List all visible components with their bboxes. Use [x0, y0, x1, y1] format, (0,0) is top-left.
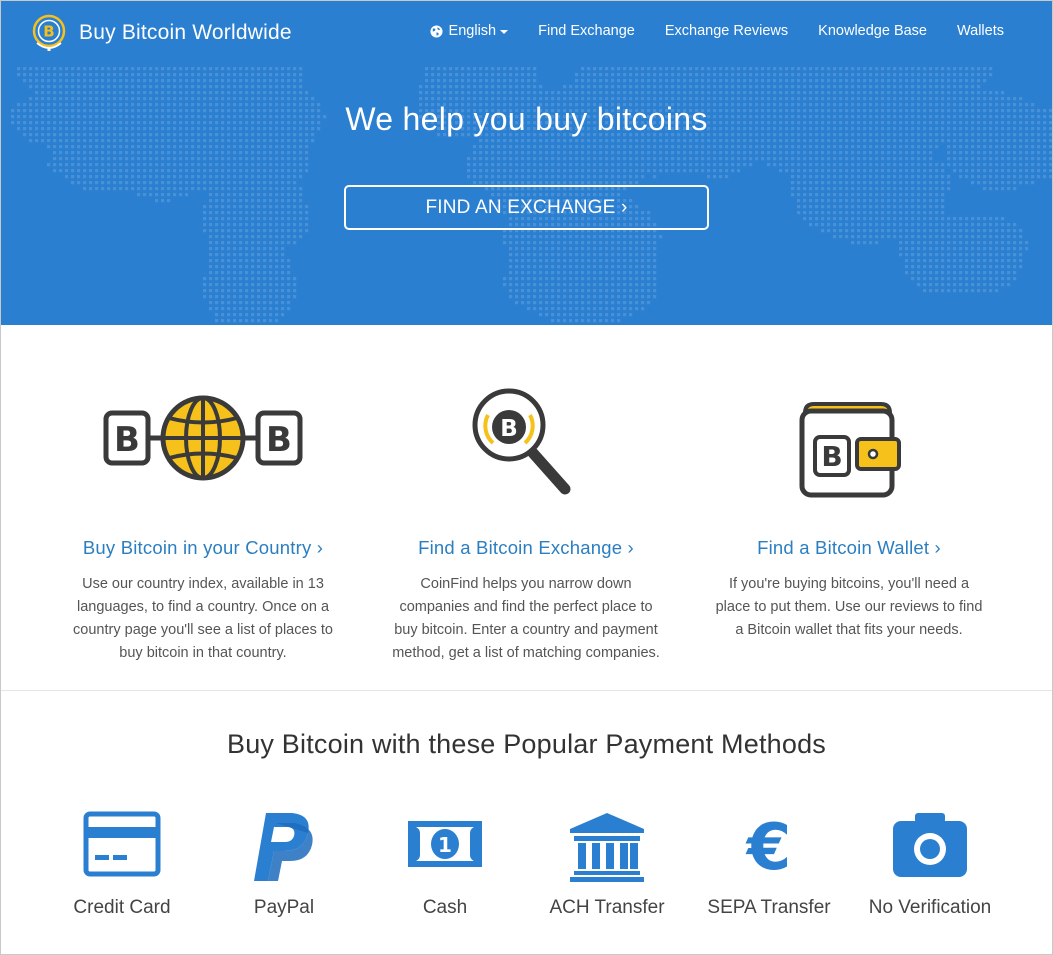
payment-label: SEPA Transfer: [707, 897, 831, 918]
euro-icon: €: [745, 811, 792, 877]
globe-icon: [430, 24, 443, 38]
payment-label: ACH Transfer: [549, 897, 665, 918]
feature-wallet-description: If you're buying bitcoins, you'll need a…: [694, 573, 1004, 642]
bank-building-icon: [570, 813, 644, 882]
feature-country-description: Use our country index, available in 13 l…: [48, 573, 358, 665]
feature-wallet-title[interactable]: Find a Bitcoin Wallet ›: [694, 537, 1004, 559]
svg-text:€: €: [745, 811, 792, 877]
bitcoin-wallet-icon: B: [799, 402, 901, 498]
payment-label: Credit Card: [73, 897, 171, 918]
brand[interactable]: B Buy Bitcoin Worldwide: [29, 13, 292, 53]
payment-sepa-transfer[interactable]: € SEPA Transfer: [689, 811, 849, 918]
feature-exchange-description: CoinFind helps you narrow down companies…: [371, 573, 681, 665]
desc-line: CoinFind helps you narrow down: [420, 576, 632, 592]
cash-banknote-icon: 1: [408, 821, 482, 867]
features-section: B B Buy Bitcoin in your Country › Use ou…: [1, 325, 1052, 691]
credit-card-icon: [83, 811, 161, 877]
svg-text:B: B: [821, 440, 842, 473]
bitcoin-magnifier-icon: B: [472, 388, 571, 495]
payment-no-verification[interactable]: No Verification: [850, 811, 1010, 918]
payment-paypal[interactable]: PayPal: [204, 811, 364, 918]
language-selector[interactable]: English: [430, 23, 509, 39]
bitcoin-globe-logo-icon: B: [32, 14, 66, 51]
language-label: English: [448, 23, 497, 39]
desc-line: method, get a list of matching companies…: [392, 645, 660, 661]
desc-line: place to put them. Use our reviews to fi…: [715, 599, 983, 615]
desc-line: buy bitcoin in that country.: [119, 645, 287, 661]
svg-text:B: B: [266, 420, 292, 460]
nav-find-exchange[interactable]: Find Exchange: [538, 23, 635, 39]
payment-label: Cash: [422, 897, 468, 918]
camera-icon: [893, 813, 967, 877]
desc-line: buy bitcoin. Enter a country and payment: [394, 622, 658, 638]
desc-line: If you're buying bitcoins, you'll need a: [728, 576, 970, 592]
payment-cash[interactable]: 1 Cash: [365, 811, 525, 918]
desc-line: country page you'll see a list of places…: [73, 622, 333, 638]
hero-title: We help you buy bitcoins: [345, 101, 708, 137]
svg-text:B: B: [500, 416, 518, 442]
nav-exchange-reviews[interactable]: Exchange Reviews: [665, 23, 788, 39]
svg-text:B: B: [114, 420, 140, 460]
hero-section: B Buy Bitcoin Worldwide English Find Exc…: [1, 1, 1052, 325]
bitcoin-globe-network-icon: B B: [103, 395, 303, 481]
svg-text:1: 1: [438, 833, 452, 857]
nav-knowledge-base[interactable]: Knowledge Base: [818, 23, 927, 39]
page: B Buy Bitcoin Worldwide English Find Exc…: [0, 0, 1053, 955]
brand-name: Buy Bitcoin Worldwide: [79, 21, 292, 44]
desc-line: languages, to find a country. Once on a: [76, 599, 330, 615]
desc-line: Use our country index, available in 13: [82, 576, 324, 592]
payment-credit-card[interactable]: Credit Card: [42, 811, 202, 918]
paypal-icon: [254, 813, 313, 881]
top-navigation: B Buy Bitcoin Worldwide English Find Exc…: [1, 1, 1052, 63]
nav-links: English Find Exchange Exchange Reviews K…: [430, 23, 1004, 39]
feature-exchange-title[interactable]: Find a Bitcoin Exchange ›: [371, 537, 681, 559]
payment-methods-title: Buy Bitcoin with these Popular Payment M…: [226, 729, 826, 759]
desc-line: a Bitcoin wallet that fits your needs.: [735, 622, 963, 638]
desc-line: companies and find the perfect place to: [399, 599, 653, 615]
payment-label: PayPal: [253, 897, 315, 918]
chevron-down-icon: [500, 30, 509, 34]
feature-country-title[interactable]: Buy Bitcoin in your Country ›: [48, 537, 358, 559]
nav-wallets[interactable]: Wallets: [957, 23, 1004, 39]
payment-ach-transfer[interactable]: ACH Transfer: [527, 811, 687, 918]
find-exchange-button[interactable]: FIND AN EXCHANGE ›: [344, 185, 709, 230]
svg-text:B: B: [43, 23, 54, 41]
payment-label: No Verification: [868, 897, 992, 918]
